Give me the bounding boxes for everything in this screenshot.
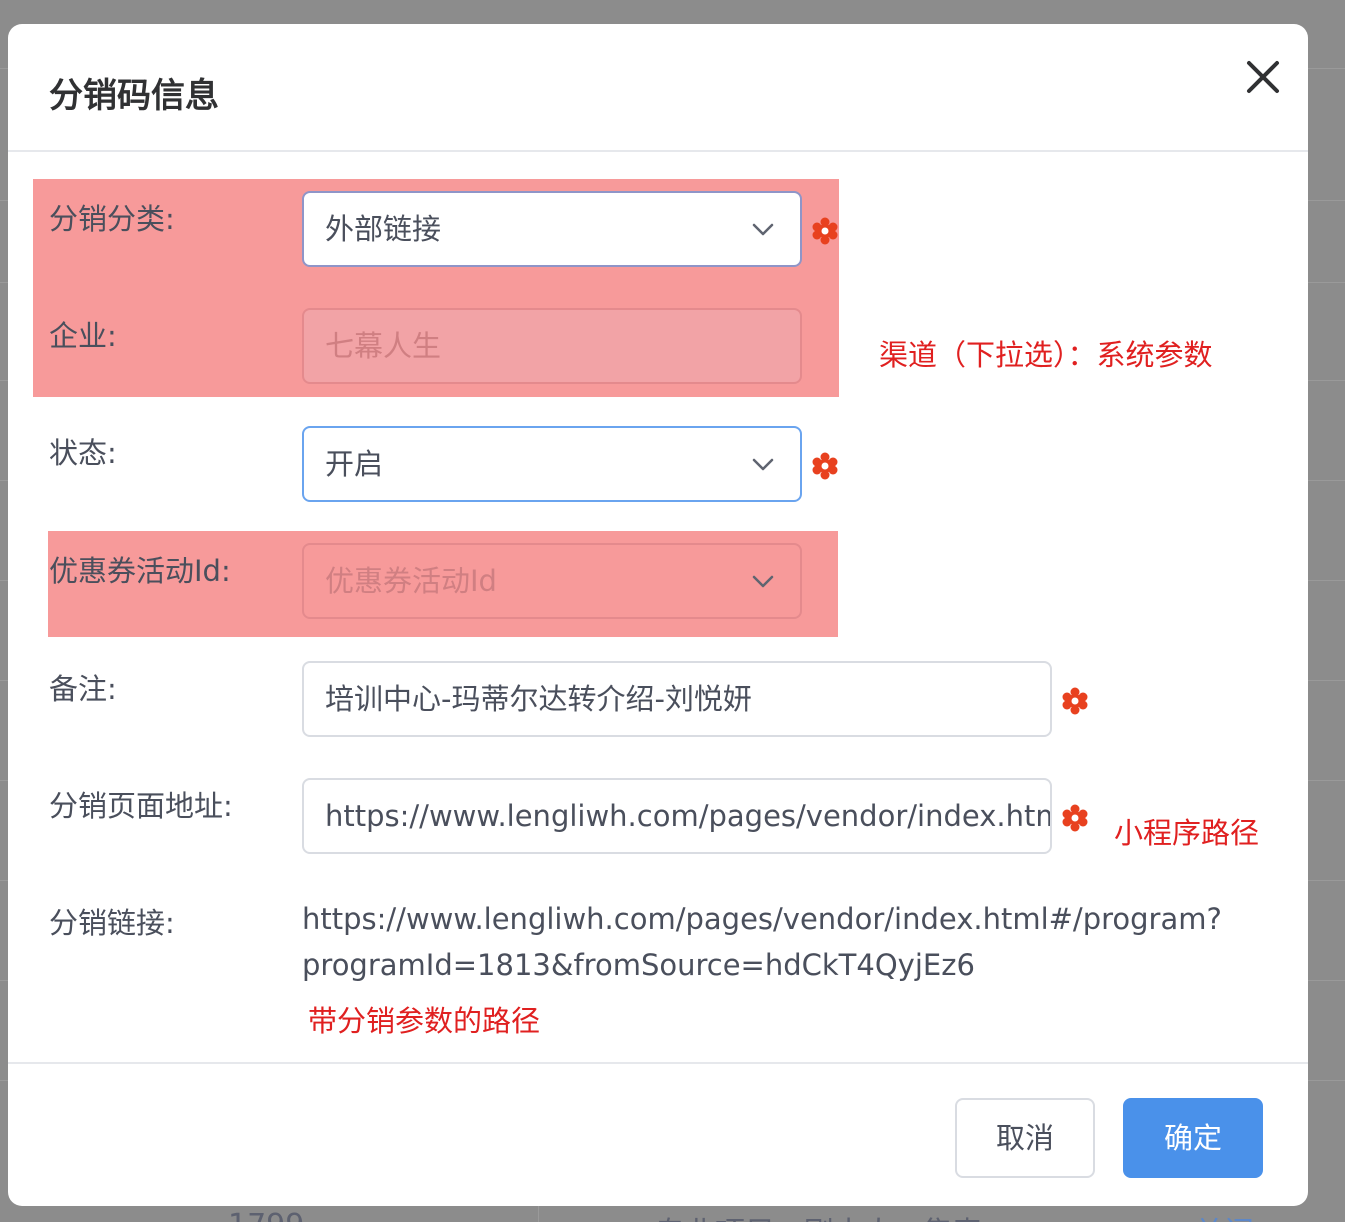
channel-annotation: 渠道（下拉选）：系统参数 xyxy=(879,338,1213,372)
required-icon xyxy=(812,452,838,480)
coupon-label: 优惠券活动Id: xyxy=(49,554,231,588)
param-path-annotation: 带分销参数的路径 xyxy=(308,1004,541,1038)
dialog-header: 分销码信息 xyxy=(8,24,1308,152)
cancel-button[interactable]: 取消 xyxy=(955,1098,1095,1178)
company-label: 企业: xyxy=(49,319,117,353)
distribution-link-text: https://www.lengliwh.com/pages/vendor/in… xyxy=(302,902,1222,982)
link-label: 分销链接: xyxy=(49,906,175,940)
close-icon[interactable] xyxy=(1240,54,1286,100)
confirm-button[interactable]: 确定 xyxy=(1123,1098,1263,1178)
page-url-input[interactable]: https://www.lengliwh.com/pages/vendor/in… xyxy=(302,778,1052,854)
required-icon xyxy=(812,217,838,245)
bg-row-number: 1799 xyxy=(228,1208,304,1222)
required-icon xyxy=(1062,804,1088,832)
page-url-value: https://www.lengliwh.com/pages/vendor/in… xyxy=(325,799,1050,833)
required-icon xyxy=(1062,687,1088,715)
remark-value: 培训中心-玛蒂尔达转介绍-刘悦妍 xyxy=(325,682,752,716)
remark-input[interactable]: 培训中心-玛蒂尔达转介绍-刘悦妍 xyxy=(302,661,1052,737)
category-value: 外部链接 xyxy=(325,212,442,246)
chevron-down-icon xyxy=(752,223,774,236)
status-label: 状态: xyxy=(49,436,117,470)
coupon-select[interactable]: 优惠券活动Id xyxy=(302,543,802,619)
mini-program-annotation: 小程序路径 xyxy=(1114,816,1260,850)
bg-row-text: 专业项目 · 刚去人 · 集表 xyxy=(655,1208,982,1222)
chevron-down-icon xyxy=(752,458,774,471)
coupon-placeholder: 优惠券活动Id xyxy=(325,564,497,598)
company-input: 七幕人生 xyxy=(302,308,802,384)
category-label: 分销分类: xyxy=(49,202,175,236)
category-select[interactable]: 外部链接 xyxy=(302,191,802,267)
remark-label: 备注: xyxy=(49,672,117,706)
dialog-footer: 取消 确定 xyxy=(8,1062,1308,1206)
status-value: 开启 xyxy=(325,447,384,481)
page-url-label: 分销页面地址: xyxy=(49,789,233,823)
dialog-title: 分销码信息 xyxy=(49,76,219,116)
chevron-down-icon xyxy=(752,575,774,588)
status-select[interactable]: 开启 xyxy=(302,426,802,502)
distribution-code-dialog: 分销码信息 分销分类: 外部链接 企业: 七幕人生 渠道（下拉选）：系统参数 状… xyxy=(8,24,1308,1206)
bg-row-action: 关闭 xyxy=(1194,1208,1254,1222)
company-placeholder: 七幕人生 xyxy=(325,329,442,363)
